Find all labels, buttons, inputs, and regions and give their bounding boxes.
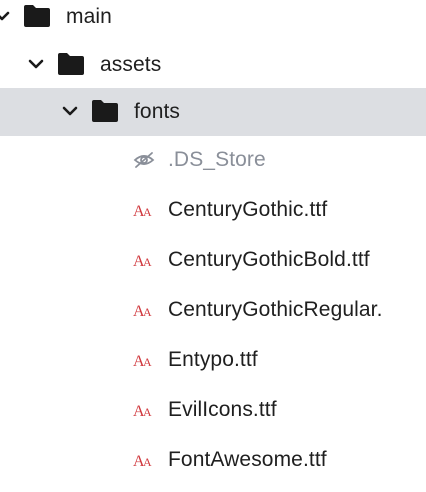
- chevron-down-icon[interactable]: [0, 6, 12, 26]
- folder-icon: [58, 53, 84, 75]
- font-file-icon: A A: [133, 203, 152, 220]
- font-file-icon: A A: [133, 403, 152, 420]
- folder-icon: [24, 5, 50, 27]
- font-file-icon: A A: [133, 353, 152, 370]
- file-name: FontAwesome.ttf: [168, 448, 327, 471]
- tree-item-file[interactable]: A A EvilIcons.ttf: [0, 386, 426, 434]
- file-name: CenturyGothicBold.ttf: [168, 248, 370, 271]
- hidden-file-icon: [133, 152, 155, 168]
- svg-text:A: A: [143, 305, 152, 319]
- svg-text:A: A: [143, 405, 152, 419]
- tree-item-assets[interactable]: assets: [0, 41, 426, 89]
- svg-text:A: A: [143, 355, 152, 369]
- font-file-icon: A A: [133, 303, 152, 320]
- file-tree: main assets fonts .DS_Store A A CenturyG…: [0, 0, 426, 492]
- tree-item-file[interactable]: A A Entypo.ttf: [0, 336, 426, 384]
- file-name: Entypo.ttf: [168, 348, 258, 371]
- tree-item-label: fonts: [134, 100, 181, 123]
- folder-icon: [92, 100, 118, 122]
- tree-item-main[interactable]: main: [0, 0, 426, 41]
- tree-item-file[interactable]: A A FontAwesome.ttf: [0, 436, 426, 484]
- tree-item-file[interactable]: .DS_Store: [0, 136, 426, 184]
- tree-item-file[interactable]: A A CenturyGothicRegular.: [0, 286, 426, 334]
- font-file-icon: A A: [133, 453, 152, 470]
- tree-item-fonts[interactable]: fonts: [0, 88, 426, 136]
- chevron-down-icon[interactable]: [60, 101, 80, 121]
- chevron-down-icon[interactable]: [26, 54, 46, 74]
- svg-text:A: A: [143, 255, 152, 269]
- svg-text:A: A: [143, 455, 152, 469]
- svg-text:A: A: [143, 205, 152, 219]
- file-name: CenturyGothicRegular.: [168, 298, 383, 321]
- file-name: .DS_Store: [168, 148, 266, 171]
- file-name: CenturyGothic.ttf: [168, 198, 328, 221]
- font-file-icon: A A: [133, 253, 152, 270]
- tree-item-label: main: [66, 5, 112, 28]
- tree-item-file[interactable]: A A CenturyGothic.ttf: [0, 186, 426, 234]
- tree-item-label: assets: [100, 53, 162, 76]
- file-name: EvilIcons.ttf: [168, 398, 277, 421]
- tree-item-file[interactable]: A A CenturyGothicBold.ttf: [0, 236, 426, 284]
